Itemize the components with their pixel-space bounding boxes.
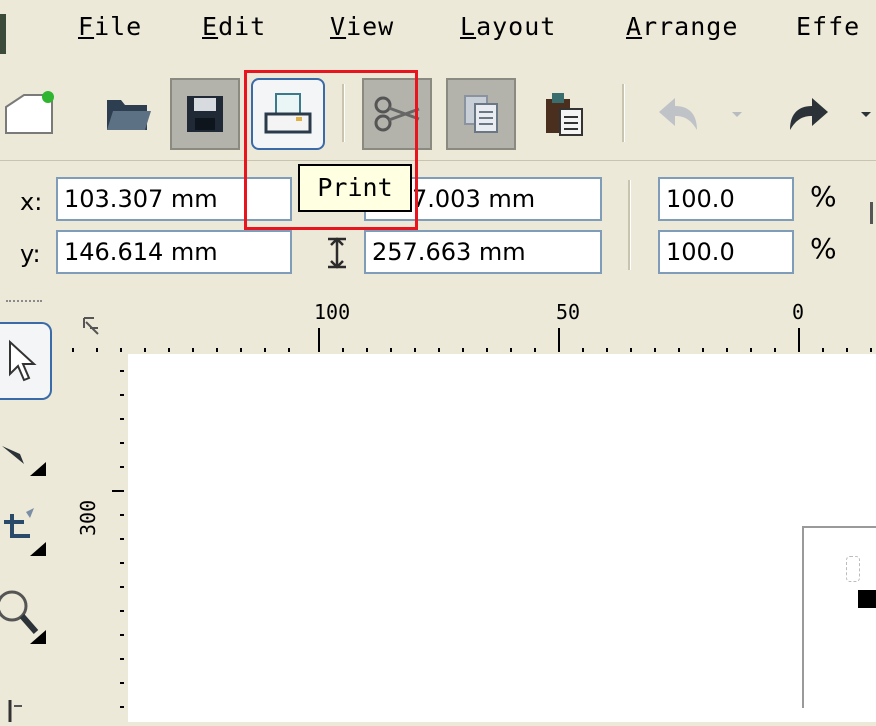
vertical-ruler[interactable]	[62, 354, 128, 722]
ruler-label-0: 0	[792, 300, 805, 324]
new-document-icon	[5, 91, 54, 134]
menu-grip	[0, 14, 6, 54]
percent-y-label: %	[810, 232, 837, 265]
y-position-field[interactable]: 146.614 mm	[56, 230, 292, 274]
paste-clipboard-icon	[546, 93, 583, 136]
lock-ratio-edge	[870, 202, 873, 224]
shape-tool-icon	[2, 446, 46, 476]
redo-arrow-icon	[790, 98, 828, 130]
pick-tool-button[interactable]	[0, 322, 52, 400]
menu-file[interactable]: File	[78, 12, 142, 41]
horizontal-ruler[interactable]	[62, 288, 876, 354]
freehand-tool-button[interactable]	[0, 696, 52, 722]
magnifier-icon	[0, 590, 46, 644]
paste-button[interactable]	[532, 78, 596, 150]
y-label: y:	[20, 240, 41, 268]
shape-tool-button[interactable]	[0, 440, 52, 480]
chevron-down-icon	[732, 112, 742, 117]
propbar-separator	[628, 180, 631, 270]
menu-arrange[interactable]: Arrange	[626, 12, 738, 41]
height-field[interactable]: 257.663 mm	[364, 230, 602, 274]
redo-dropdown-button[interactable]	[856, 78, 876, 150]
copy-icon	[464, 95, 498, 133]
x-label: x:	[20, 188, 43, 216]
menu-bar: File Edit View Layout Arrange Effe	[0, 0, 876, 70]
redo-button[interactable]	[780, 78, 838, 150]
propbar-divider	[0, 160, 876, 161]
height-icon	[322, 236, 352, 270]
percent-x-label: %	[810, 180, 837, 213]
menu-edit[interactable]: Edit	[202, 12, 266, 41]
crop-tool-icon	[4, 508, 46, 556]
freehand-tool-icon	[8, 700, 22, 722]
highlight-box	[244, 70, 418, 230]
zoom-tool-button[interactable]	[0, 582, 52, 646]
chevron-down-icon	[861, 112, 871, 117]
new-button[interactable]	[0, 78, 60, 150]
undo-button[interactable]	[650, 78, 706, 150]
page-border	[802, 526, 876, 708]
canvas-bottom-strip	[128, 708, 876, 722]
crop-tool-button[interactable]	[0, 500, 52, 560]
pointer-arrow-icon	[9, 339, 37, 382]
vertical-ruler-ticks	[112, 370, 124, 708]
drawing-canvas[interactable]	[128, 354, 876, 708]
toolbox-grip	[6, 300, 42, 304]
ruler-origin-icon[interactable]	[80, 314, 106, 340]
open-button[interactable]	[98, 78, 158, 150]
menu-effects[interactable]: Effe	[796, 12, 860, 41]
menu-view[interactable]: View	[330, 12, 394, 41]
menu-layout[interactable]: Layout	[460, 12, 556, 41]
horizontal-ruler-ticks	[72, 328, 872, 352]
toolbar-separator	[622, 84, 625, 142]
selection-handle[interactable]	[858, 590, 876, 608]
scale-x-field[interactable]: 100.0	[658, 177, 794, 221]
guide-marker	[846, 556, 860, 582]
ruler-label-100: 100	[314, 300, 351, 324]
copy-button[interactable]	[446, 78, 516, 150]
save-button[interactable]	[170, 78, 240, 150]
save-disk-icon	[187, 96, 223, 132]
open-folder-icon	[107, 100, 151, 130]
undo-arrow-icon	[659, 98, 697, 130]
scale-y-field[interactable]: 100.0	[658, 230, 794, 274]
ruler-label-300: 300	[76, 499, 100, 536]
undo-dropdown-button[interactable]	[724, 78, 750, 150]
ruler-label-50: 50	[556, 300, 581, 324]
